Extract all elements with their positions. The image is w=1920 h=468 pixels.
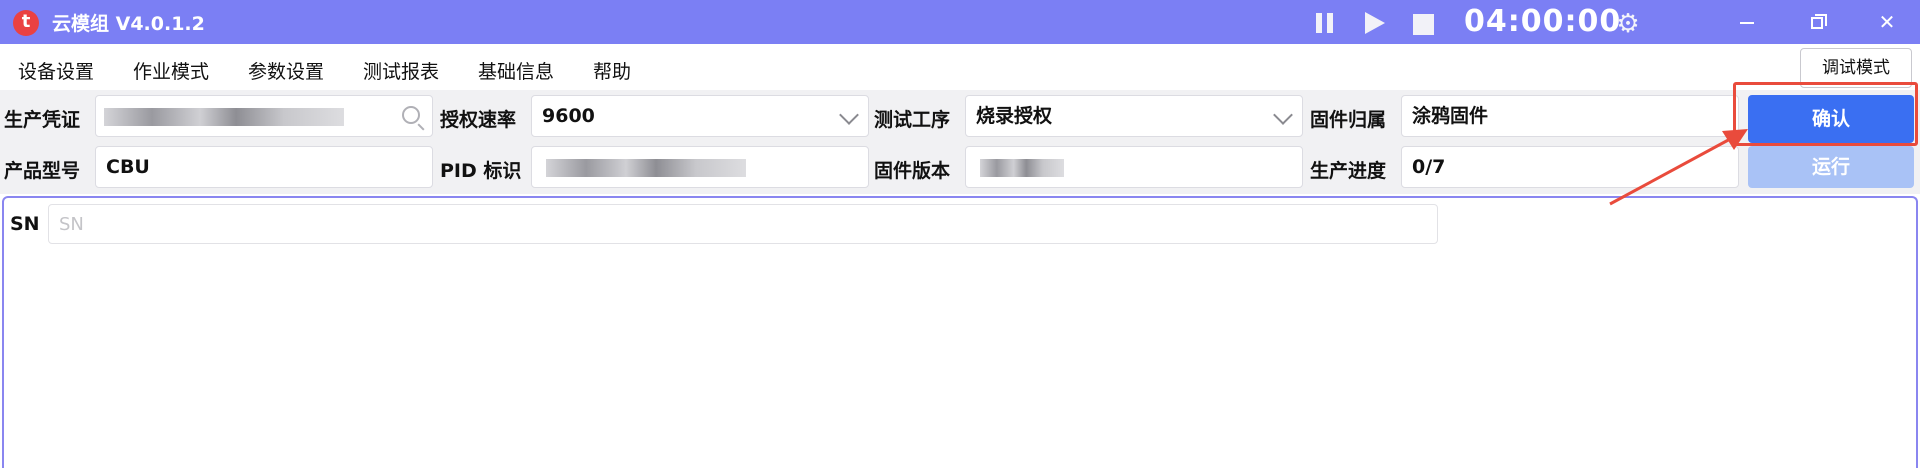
annotation-arrow [1609, 129, 1748, 206]
